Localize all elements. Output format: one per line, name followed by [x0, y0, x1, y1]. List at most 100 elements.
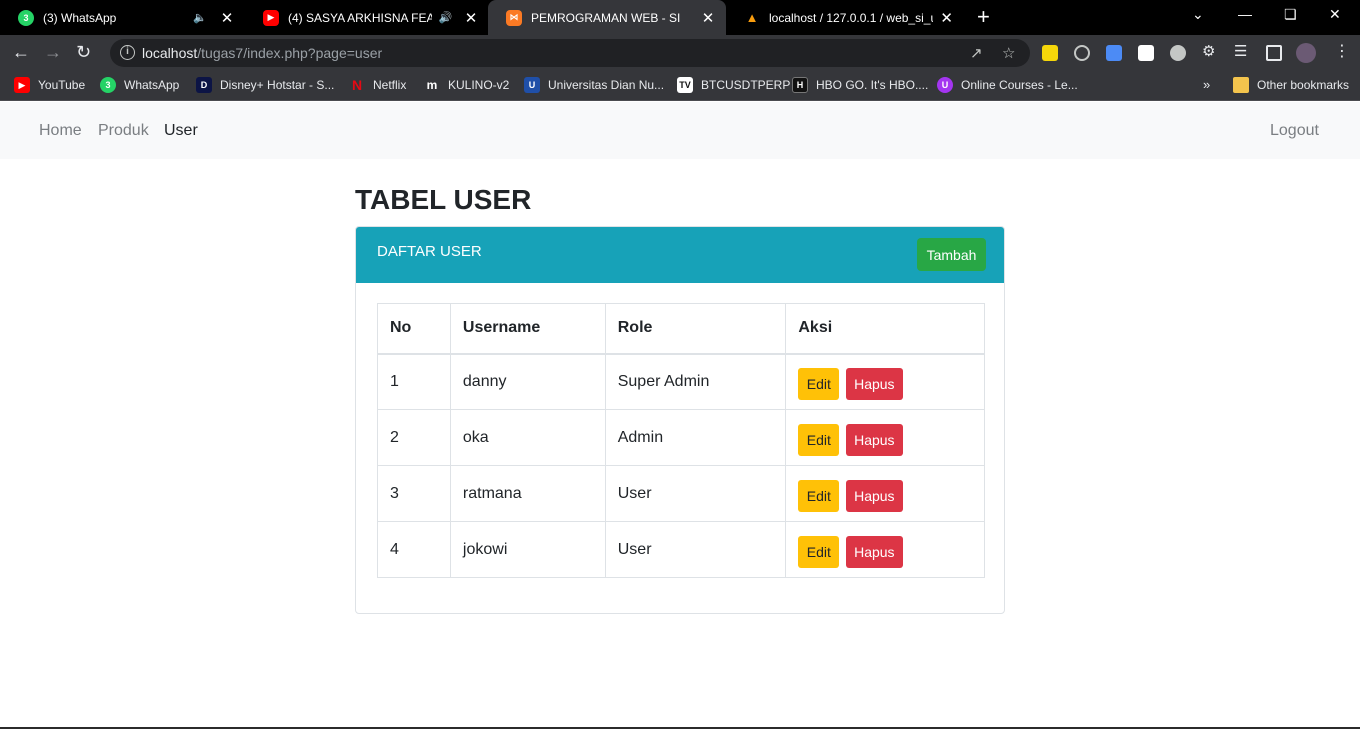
extension-icon[interactable]: [1170, 45, 1186, 61]
folder-icon: [1233, 77, 1249, 93]
restore-button[interactable]: ❏: [1284, 6, 1297, 23]
window-close-button[interactable]: ✕: [1329, 6, 1341, 23]
cell-username: jokowi: [449, 521, 606, 578]
nav-produk[interactable]: Produk: [98, 122, 149, 140]
bookmark-label: HBO GO. It's HBO....: [816, 78, 929, 92]
cell-aksi: Edit Hapus: [785, 409, 985, 466]
delete-button[interactable]: Hapus: [845, 367, 903, 400]
bookmark-netflix[interactable]: N Netflix: [349, 77, 406, 93]
hotstar-icon: D: [196, 77, 212, 93]
tab-whatsapp[interactable]: 3 (3) WhatsApp 🔈 ✕: [0, 0, 245, 35]
sidebar-icon[interactable]: [1266, 45, 1282, 61]
cell-aksi: Edit Hapus: [785, 521, 985, 578]
bookmark-udinus[interactable]: U Universitas Dian Nu...: [524, 77, 664, 93]
url-path: /tugas7/index.php?page=user: [197, 45, 383, 61]
tab-phpmyadmin[interactable]: ▲ localhost / 127.0.0.1 / web_si_usr ✕: [726, 0, 964, 35]
media-control-icon[interactable]: ☰: [1234, 41, 1247, 63]
cell-aksi: Edit Hapus: [785, 465, 985, 522]
bookmark-hotstar[interactable]: D Disney+ Hotstar - S...: [196, 77, 334, 93]
tab-title: PEMROGRAMAN WEB - SI: [531, 10, 681, 25]
extension-icon[interactable]: [1106, 45, 1122, 61]
edit-button[interactable]: Edit: [798, 423, 840, 456]
forward-button[interactable]: →: [44, 41, 62, 63]
more-bookmarks-icon[interactable]: »: [1203, 77, 1210, 92]
bookmark-youtube[interactable]: ▶ YouTube: [14, 77, 85, 93]
close-icon[interactable]: ✕: [219, 9, 235, 27]
reload-button[interactable]: ↻: [76, 41, 91, 63]
bookmark-whatsapp[interactable]: 3 WhatsApp: [100, 77, 179, 93]
udemy-icon: U: [937, 77, 953, 93]
edit-button[interactable]: Edit: [798, 535, 840, 568]
netflix-icon: N: [351, 77, 363, 93]
bookmark-label: Disney+ Hotstar - S...: [220, 78, 335, 92]
tab-title: (4) SASYA ARKHISNA FEAT. D: [288, 10, 433, 25]
tab-youtube[interactable]: ▶ (4) SASYA ARKHISNA FEAT. D 🔊 ✕: [245, 0, 488, 35]
whatsapp-icon: 3: [100, 77, 116, 93]
cell-role: Super Admin: [604, 353, 787, 410]
bookmark-label: YouTube: [38, 78, 86, 92]
table-row: 1 danny Super Admin Edit Hapus: [377, 353, 985, 410]
avatar[interactable]: [1296, 43, 1316, 63]
delete-button[interactable]: Hapus: [845, 535, 903, 568]
tab-pemrograman-web[interactable]: ⋈ PEMROGRAMAN WEB - SI ✕: [488, 0, 726, 35]
react-devtools-icon[interactable]: [1074, 45, 1090, 61]
extension-icon[interactable]: [1138, 45, 1154, 61]
browser-toolbar: ← → ↻ i localhost/tugas7/index.php?page=…: [0, 35, 1360, 70]
back-button[interactable]: ←: [12, 41, 30, 63]
site-info-icon[interactable]: i: [120, 45, 135, 60]
add-user-button[interactable]: Tambah: [917, 238, 986, 271]
column-header-aksi: Aksi: [785, 303, 985, 355]
cell-username: ratmana: [449, 465, 606, 522]
xampp-icon: ⋈: [506, 9, 522, 26]
phpmyadmin-icon: ▲: [745, 10, 759, 25]
close-icon[interactable]: ✕: [464, 9, 478, 27]
address-bar[interactable]: i localhost/tugas7/index.php?page=user ↗…: [110, 39, 1030, 67]
user-table: No Username Role Aksi 1 danny Super Admi…: [377, 303, 985, 578]
card-header: DAFTAR USER Tambah: [356, 227, 1004, 283]
close-icon[interactable]: ✕: [939, 9, 954, 27]
speaker-muted-icon[interactable]: 🔈: [193, 11, 207, 24]
bookmark-kulino[interactable]: m KULINO-v2: [424, 77, 510, 93]
new-tab-button[interactable]: +: [977, 5, 990, 29]
cell-role: Admin: [604, 409, 787, 466]
url-host: localhost: [142, 45, 198, 61]
youtube-icon: ▶: [263, 9, 279, 26]
card-title: DAFTAR USER: [377, 243, 482, 260]
nav-user[interactable]: User: [164, 122, 198, 140]
column-header-role: Role: [604, 303, 787, 355]
bookmark-btcusdtperp[interactable]: TV BTCUSDTPERP: [677, 77, 790, 93]
bookmark-label: Universitas Dian Nu...: [548, 78, 665, 92]
share-icon[interactable]: ↗: [970, 44, 983, 62]
tradingview-icon: TV: [677, 77, 693, 93]
tab-search-icon[interactable]: ⌄: [1192, 6, 1204, 23]
bookmark-hbo[interactable]: H HBO GO. It's HBO....: [792, 77, 928, 93]
edit-button[interactable]: Edit: [798, 479, 840, 512]
cell-role: User: [604, 521, 787, 578]
youtube-icon: ▶: [14, 77, 30, 93]
edit-button[interactable]: Edit: [798, 367, 840, 400]
menu-kebab-icon[interactable]: ⋮: [1334, 41, 1350, 63]
bookmark-star-icon[interactable]: ☆: [1002, 44, 1015, 62]
bookmark-label: KULINO-v2: [448, 78, 510, 92]
nav-logout[interactable]: Logout: [1270, 122, 1319, 140]
table-row: 3 ratmana User Edit Hapus: [377, 465, 985, 522]
whatsapp-icon: 3: [18, 9, 34, 26]
extension-icon[interactable]: [1042, 45, 1058, 61]
table-header-row: No Username Role Aksi: [377, 303, 985, 355]
bookmark-udemy[interactable]: U Online Courses - Le...: [937, 77, 1078, 93]
puzzle-extensions-icon[interactable]: ⚙: [1202, 41, 1215, 63]
url-text: localhost/tugas7/index.php?page=user: [142, 45, 382, 61]
bookmarks-bar: ▶ YouTube 3 WhatsApp D Disney+ Hotstar - S.…: [0, 70, 1360, 101]
udinus-icon: U: [524, 77, 540, 93]
delete-button[interactable]: Hapus: [845, 479, 903, 512]
column-header-username: Username: [449, 303, 606, 355]
minimize-button[interactable]: —: [1238, 6, 1252, 22]
nav-home[interactable]: Home: [39, 122, 82, 140]
speaker-icon[interactable]: 🔊: [438, 11, 452, 24]
tab-title: (3) WhatsApp: [43, 10, 117, 25]
delete-button[interactable]: Hapus: [845, 423, 903, 456]
other-bookmarks[interactable]: Other bookmarks: [1233, 77, 1349, 93]
close-icon[interactable]: ✕: [700, 9, 716, 27]
cell-no: 2: [377, 409, 451, 466]
page-title: TABEL USER: [355, 184, 532, 215]
